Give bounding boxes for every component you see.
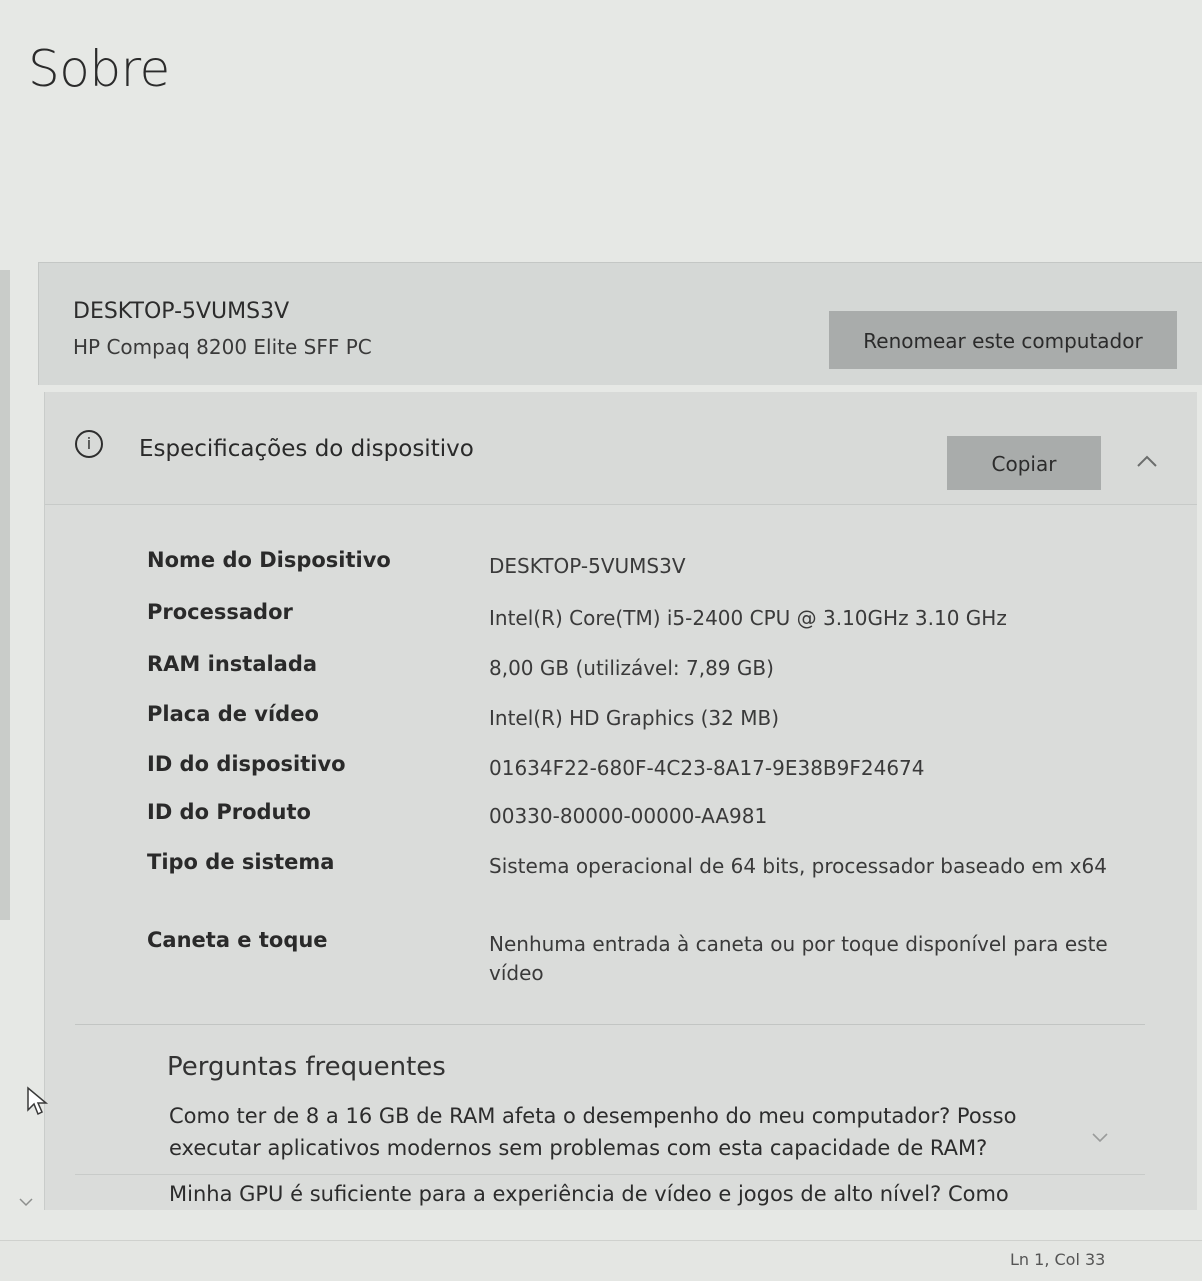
spec-value: Intel(R) HD Graphics (32 MB) — [489, 706, 779, 730]
rename-computer-button[interactable]: Renomear este computador — [829, 311, 1177, 369]
spec-label: Nome do Dispositivo — [147, 548, 391, 572]
spec-value: Nenhuma entrada à caneta ou por toque di… — [489, 932, 1108, 985]
spec-value: 01634F22-680F-4C23-8A17-9E38B9F24674 — [489, 756, 925, 780]
mouse-pointer-icon — [27, 1086, 49, 1116]
device-card: DESKTOP-5VUMS3V HP Compaq 8200 Elite SFF… — [38, 262, 1202, 385]
faq-title: Perguntas frequentes — [167, 1052, 446, 1082]
spec-label: Caneta e toque — [147, 928, 328, 952]
device-model: HP Compaq 8200 Elite SFF PC — [73, 335, 372, 359]
chevron-up-icon[interactable] — [1135, 450, 1159, 474]
page-title: Sobre — [28, 40, 170, 98]
info-icon: i — [75, 430, 103, 458]
left-scroll-strip — [0, 270, 10, 920]
spec-value: Sistema operacional de 64 bits, processa… — [489, 854, 1107, 878]
divider — [75, 1024, 1145, 1025]
spec-label: Tipo de sistema — [147, 850, 335, 874]
faq-divider — [75, 1174, 1145, 1175]
cursor-position-text: Ln 1, Col 33 — [1010, 1250, 1106, 1269]
spec-label: Processador — [147, 600, 293, 624]
spec-label: ID do Produto — [147, 800, 311, 824]
status-bar: Ln 1, Col 33 — [0, 1240, 1202, 1281]
faq-question[interactable]: Como ter de 8 a 16 GB de RAM afeta o des… — [169, 1100, 1089, 1164]
chevron-down-icon[interactable] — [1091, 1128, 1109, 1146]
spec-label: Placa de vídeo — [147, 702, 319, 726]
faq-question[interactable]: Minha GPU é suficiente para a experiênci… — [169, 1178, 1089, 1210]
spec-value: Intel(R) Core(TM) i5-2400 CPU @ 3.10GHz … — [489, 606, 1007, 630]
spec-label: RAM instalada — [147, 652, 318, 676]
device-name: DESKTOP-5VUMS3V — [73, 299, 290, 324]
copy-button[interactable]: Copiar — [947, 436, 1101, 490]
spec-label: ID do dispositivo — [147, 752, 346, 776]
specs-title: Especificações do dispositivo — [139, 436, 474, 462]
spec-value: DESKTOP-5VUMS3V — [489, 554, 686, 578]
specs-header[interactable]: i Especificações do dispositivo Copiar — [45, 392, 1197, 505]
spec-value: 8,00 GB (utilizável: 7,89 GB) — [489, 656, 774, 680]
spec-value: 00330-80000-00000-AA981 — [489, 804, 768, 828]
device-specifications-panel: i Especificações do dispositivo Copiar N… — [44, 392, 1197, 1210]
chevron-down-icon[interactable] — [18, 1196, 34, 1208]
